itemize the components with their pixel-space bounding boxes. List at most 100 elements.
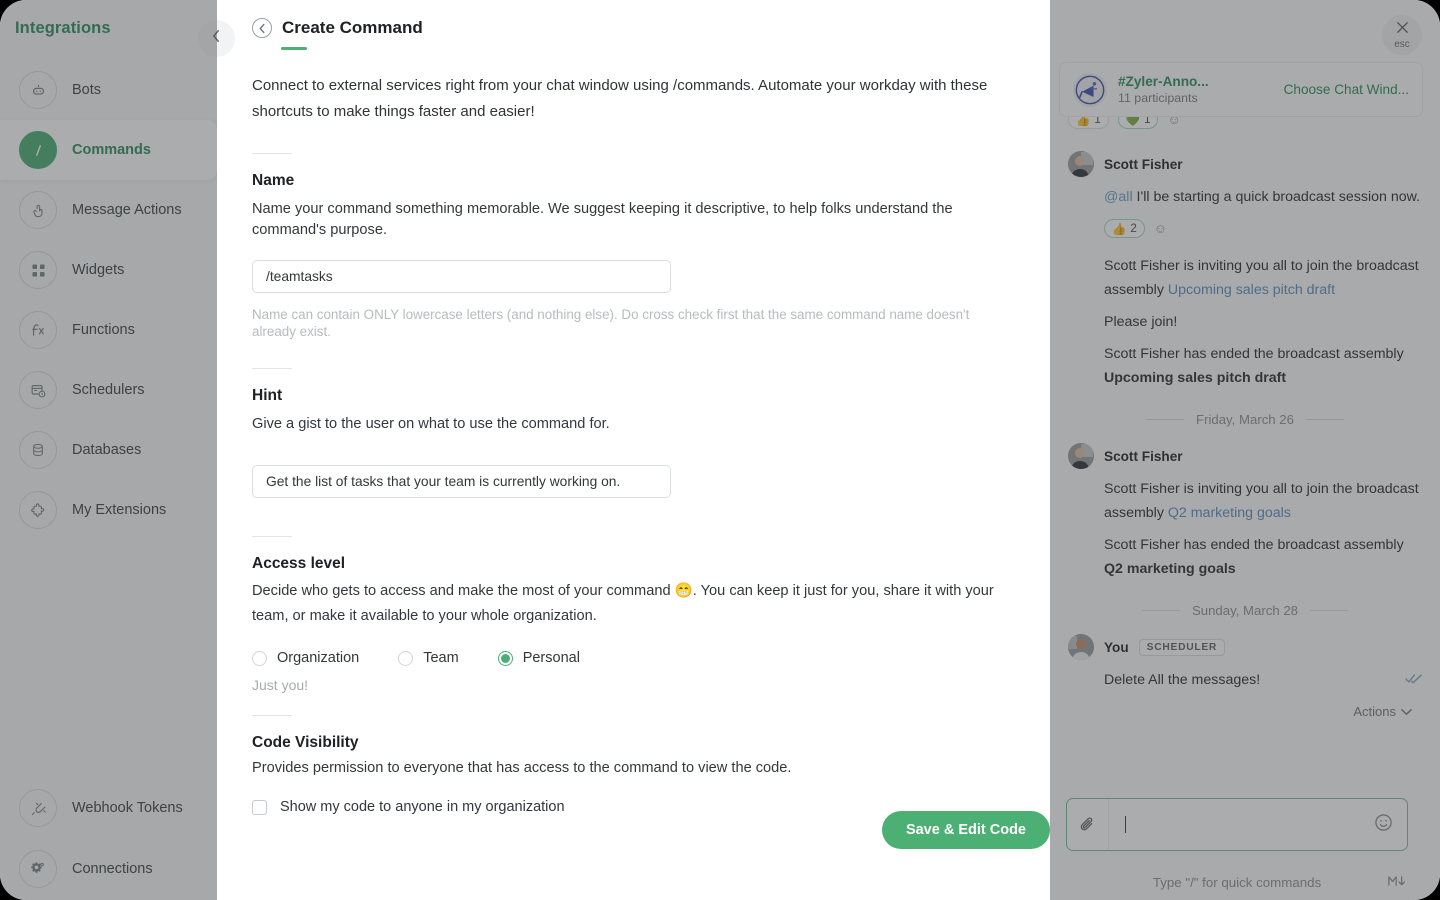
message-author: Scott Fisher (1104, 157, 1183, 172)
message-header: You SCHEDULER (1068, 634, 1422, 660)
message-body: Scott Fisher is inviting you all to join… (1104, 477, 1422, 581)
access-option-team[interactable]: Team (398, 650, 458, 666)
sidebar-item-commands[interactable]: Commands (0, 120, 217, 180)
show-code-checkbox[interactable] (252, 800, 267, 815)
sidebar-item-label: Commands (72, 142, 151, 158)
chevron-left-icon (211, 29, 222, 48)
message-actions-button[interactable]: Actions (1068, 704, 1412, 719)
choose-chat-window-button[interactable]: Choose Chat Wind... (1284, 82, 1409, 97)
channel-name: #Zyler-Anno... (1118, 74, 1209, 89)
tap-hand-icon (19, 191, 57, 229)
show-code-checkbox-label: Show my code to anyone in my organizatio… (280, 799, 565, 815)
access-option-label: Personal (523, 650, 580, 666)
sidebar-item-my-extensions[interactable]: My Extensions (0, 480, 217, 540)
sidebar-item-label: Functions (72, 322, 135, 338)
please-join-text: Please join! (1104, 314, 1177, 330)
access-option-organization[interactable]: Organization (252, 650, 359, 666)
chat-panel: esc #Zyler-Anno... 11 participants Choos… (1050, 0, 1440, 900)
bot-icon (19, 71, 57, 109)
message-text: Please join! (1104, 310, 1422, 334)
command-name-input[interactable]: /teamtasks (252, 260, 671, 293)
app-window: Integrations Bots Comma (0, 0, 1440, 900)
radio-team[interactable] (398, 651, 413, 666)
access-desc-before: Decide who gets to access and make the m… (252, 583, 675, 599)
sidebar-item-message-actions[interactable]: Message Actions (0, 180, 217, 240)
sidebar-bottom-nav: Webhook Tokens Connections (0, 778, 217, 900)
sidebar-item-functions[interactable]: Functions (0, 300, 217, 360)
message-item: Scott Fisher @all I'll be starting a qui… (1068, 151, 1422, 390)
message-list: 👍 1 💚 1 ☺ (1050, 100, 1440, 800)
section-divider (252, 536, 292, 537)
grid-squares-icon (19, 251, 57, 289)
sidebar-collapse-button[interactable] (198, 20, 235, 57)
sidebar-item-webhook-tokens[interactable]: Webhook Tokens (0, 778, 217, 838)
message-body: @all I'll be starting a quick broadcast … (1104, 185, 1422, 390)
hint-section-description: Give a gist to the user on what to use t… (252, 414, 997, 435)
sidebar-item-label: Schedulers (72, 382, 145, 398)
sidebar-item-label: Webhook Tokens (72, 800, 183, 816)
radio-organization[interactable] (252, 651, 267, 666)
broadcast-link[interactable]: Upcoming sales pitch draft (1168, 282, 1335, 298)
access-option-label: Team (423, 650, 458, 666)
integrations-sidebar: Integrations Bots Comma (0, 0, 217, 900)
message-text: Scott Fisher has ended the broadcast ass… (1104, 533, 1422, 581)
composer-hint: Type "/" for quick commands (1153, 875, 1321, 890)
message-text-content: Delete All the messages! (1104, 668, 1260, 692)
sidebar-item-databases[interactable]: Databases (0, 420, 217, 480)
sidebar-item-widgets[interactable]: Widgets (0, 240, 217, 300)
command-hint-value: Get the list of tasks that your team is … (266, 474, 620, 489)
name-section-heading: Name (252, 172, 1010, 190)
reaction-pill[interactable]: 👍 2 (1104, 219, 1145, 238)
access-level-heading: Access level (252, 555, 1010, 573)
hint-section: Hint Give a gist to the user on what to … (252, 387, 1010, 498)
chevron-left-circle-icon[interactable] (252, 18, 272, 38)
access-option-label: Organization (277, 650, 359, 666)
avatar (1068, 634, 1094, 660)
paperclip-icon[interactable] (1067, 799, 1109, 850)
channel-header[interactable]: #Zyler-Anno... 11 participants Choose Ch… (1059, 62, 1423, 117)
access-level-note: Just you! (252, 677, 1010, 693)
access-option-personal[interactable]: Personal (498, 650, 580, 666)
sidebar-item-label: Databases (72, 442, 141, 458)
message-header: Scott Fisher (1068, 443, 1422, 469)
day-separator: Friday, March 26 (1068, 412, 1422, 427)
command-hint-input[interactable]: Get the list of tasks that your team is … (252, 465, 671, 498)
close-chat-button[interactable]: esc (1382, 15, 1422, 55)
message-body: Delete All the messages! (1104, 668, 1422, 692)
sidebar-item-label: Widgets (72, 262, 124, 278)
create-command-panel: Create Command Connect to external servi… (217, 0, 1050, 900)
message-text: Scott Fisher is inviting you all to join… (1104, 477, 1422, 525)
function-fx-icon (19, 311, 57, 349)
message-item: Scott Fisher Scott Fisher is inviting yo… (1068, 443, 1422, 581)
plug-icon (19, 789, 57, 827)
broadcast-link[interactable]: Q2 marketing goals (1168, 505, 1291, 521)
section-divider (252, 368, 292, 369)
code-visibility-section: Code Visibility Provides permission to e… (252, 734, 1010, 815)
chevron-down-icon (1401, 704, 1412, 719)
sidebar-item-schedulers[interactable]: Schedulers (0, 360, 217, 420)
message-text: @all I'll be starting a quick broadcast … (1104, 185, 1422, 209)
section-divider (252, 715, 292, 716)
message-author: Scott Fisher (1104, 449, 1183, 464)
add-emoji-icon[interactable]: ☺ (1154, 221, 1167, 236)
reaction-emoji: 👍 (1112, 222, 1126, 236)
message-text-rest: I'll be starting a quick broadcast sessi… (1133, 189, 1420, 205)
broadcast-ended-text: Scott Fisher has ended the broadcast ass… (1104, 346, 1404, 362)
puzzle-piece-icon (19, 491, 57, 529)
sidebar-item-label: My Extensions (72, 502, 166, 518)
sidebar-item-bots[interactable]: Bots (0, 60, 217, 120)
separator-line (1310, 610, 1348, 611)
save-and-edit-code-button[interactable]: Save & Edit Code (882, 811, 1050, 849)
message-author: You (1104, 640, 1129, 655)
message-composer[interactable] (1066, 798, 1408, 851)
database-cylinder-icon (19, 431, 57, 469)
radio-personal[interactable] (498, 651, 513, 666)
mention-all[interactable]: @all (1104, 189, 1133, 205)
markdown-icon[interactable] (1388, 875, 1408, 890)
smiley-icon[interactable] (1374, 813, 1393, 837)
command-name-value: /teamtasks (266, 269, 333, 284)
text-caret (1125, 816, 1126, 833)
sidebar-item-connections[interactable]: Connections (0, 838, 217, 900)
hint-section-heading: Hint (252, 387, 1010, 405)
calendar-clock-icon (19, 371, 57, 409)
